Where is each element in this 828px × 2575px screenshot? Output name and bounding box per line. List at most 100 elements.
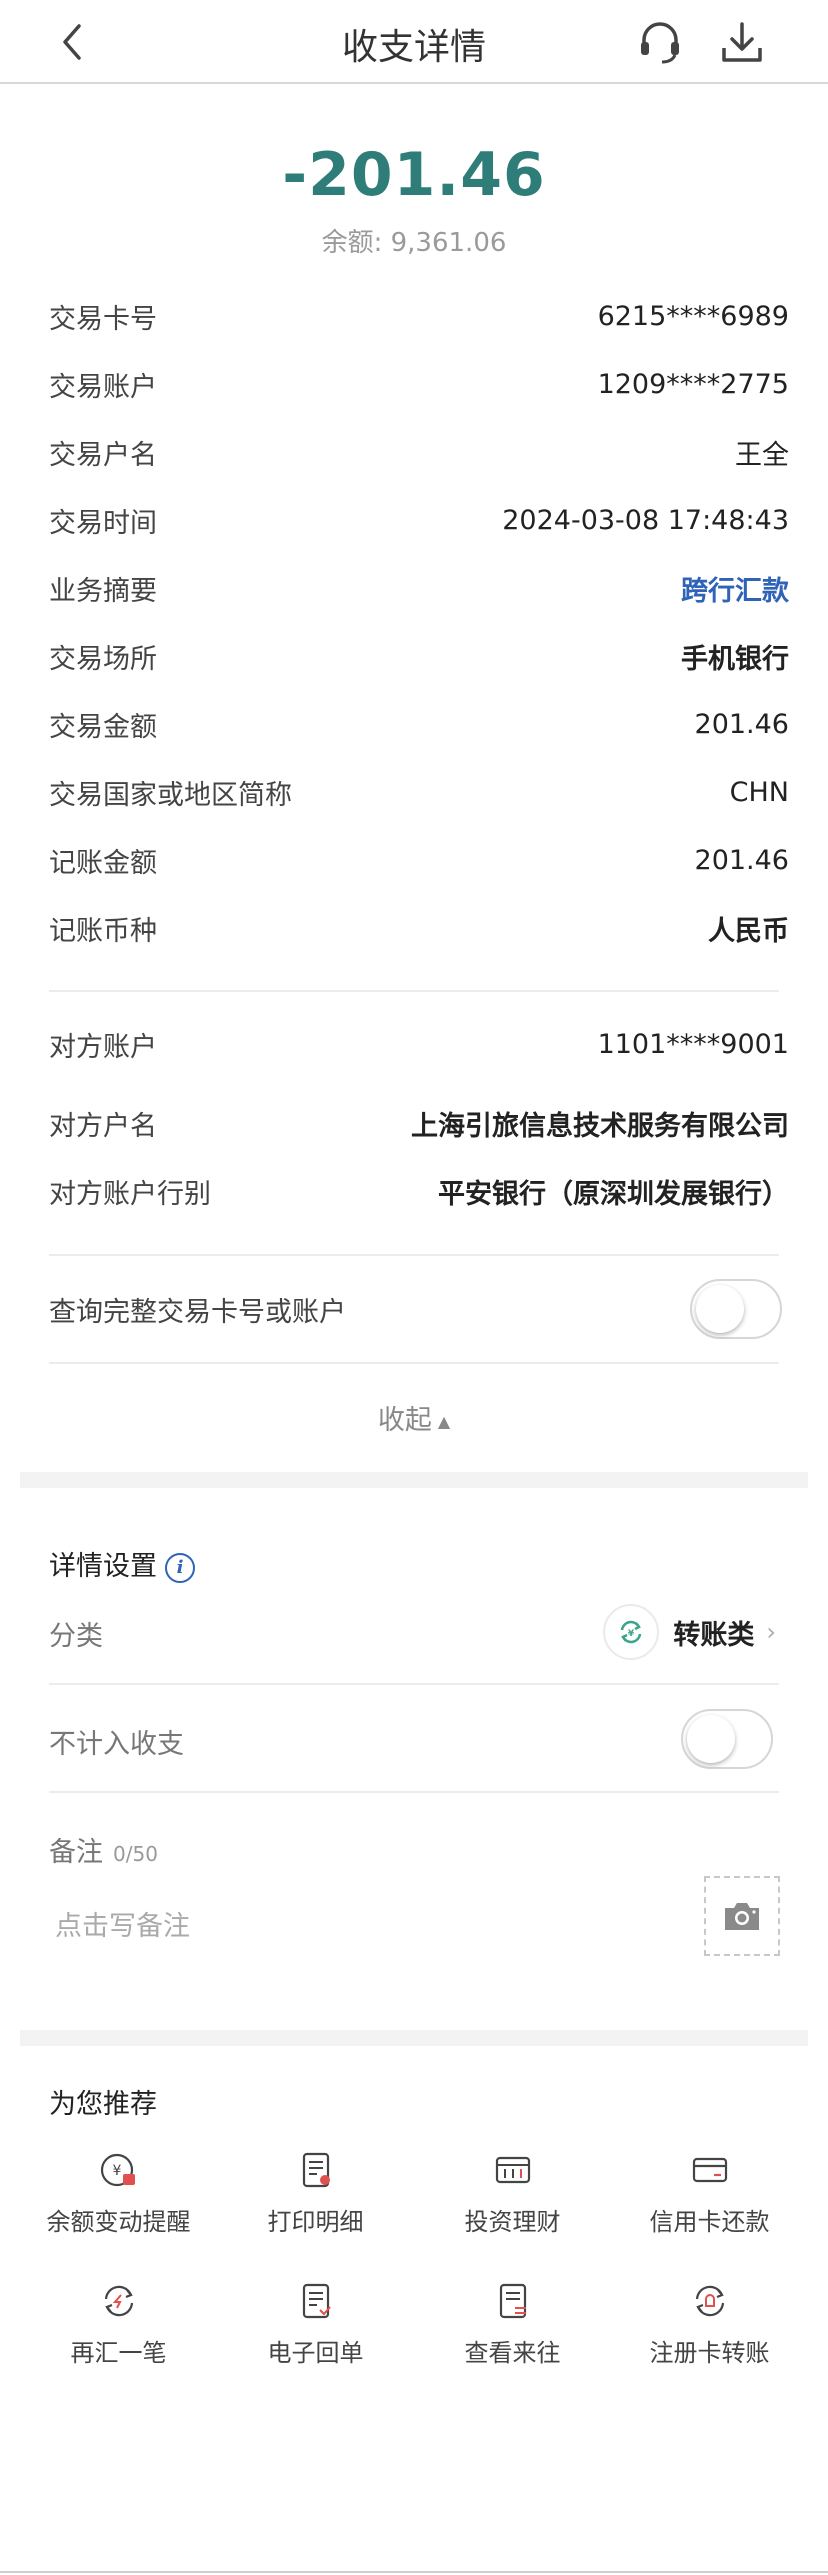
detail-label: 对方户名 <box>49 1110 157 1142</box>
download-icon <box>722 22 762 62</box>
divider <box>49 1791 779 1793</box>
svg-text:¥: ¥ <box>112 2163 121 2179</box>
detail-row-account: 交易账户 1209****2775 <box>49 362 789 406</box>
note-heading: 备注 0/50 <box>49 1830 158 1869</box>
query-full-account-toggle[interactable] <box>690 1279 782 1339</box>
detail-label: 交易场所 <box>49 643 157 675</box>
toggle-knob <box>696 1285 744 1333</box>
investment-icon <box>495 2156 530 2184</box>
credit-card-icon <box>692 2157 727 2183</box>
detail-value: 201.46 <box>694 844 789 876</box>
download-button[interactable] <box>714 14 770 70</box>
detail-label: 对方账户行别 <box>49 1178 211 1210</box>
detail-settings-heading: 详情设置 i <box>49 1544 195 1583</box>
detail-label: 交易账户 <box>49 371 157 403</box>
detail-value: CHN <box>729 776 789 808</box>
triangle-up-icon: ▲ <box>437 1412 451 1431</box>
recommend-item-label: 投资理财 <box>464 2208 561 2236</box>
counterparty-row-bank: 对方账户行别 平安银行（原深圳发展银行） <box>49 1169 789 1213</box>
detail-value: 6215****6989 <box>597 300 789 332</box>
recommend-item-view-history[interactable]: 查看来往 <box>414 2281 611 2368</box>
category-value: 转账类 <box>673 1619 755 1651</box>
print-detail-icon <box>302 2152 330 2188</box>
top-bar: 收支详情 <box>0 0 828 84</box>
toggle-knob <box>687 1715 735 1763</box>
detail-row-time: 交易时间 2024-03-08 17:48:43 <box>49 498 789 542</box>
detail-row-country: 交易国家或地区简称 CHN <box>49 770 789 814</box>
recommend-title: 为您推荐 <box>49 2089 157 2120</box>
detail-row-channel: 交易场所 手机银行 <box>49 634 789 678</box>
recommend-item-label: 打印明细 <box>267 2208 364 2236</box>
transaction-amount: -201.46 <box>282 140 546 210</box>
detail-label: 对方账户 <box>49 1031 157 1063</box>
recommend-item-e-receipt[interactable]: 电子回单 <box>217 2281 414 2368</box>
recommend-item-label: 信用卡还款 <box>649 2208 770 2236</box>
exclude-from-stats-toggle[interactable] <box>681 1709 773 1769</box>
recommend-item-print-detail[interactable]: 打印明细 <box>217 2150 414 2237</box>
home-indicator-line <box>0 2571 828 2573</box>
business-summary-link[interactable]: 跨行汇款 <box>681 569 789 608</box>
recommend-grid: ¥ 余额变动提醒 打印明细 投资理财 信用卡还款 再汇一笔 电子回单 查看来往 … <box>20 2150 808 2368</box>
divider <box>49 990 779 992</box>
add-photo-button[interactable] <box>704 1876 780 1956</box>
page-title: 收支详情 <box>341 27 486 68</box>
customer-service-button[interactable] <box>632 14 688 70</box>
detail-settings-title: 详情设置 <box>49 1551 157 1582</box>
balance-alert-icon: ¥ <box>100 2153 135 2187</box>
note-char-count: 0/50 <box>113 1842 158 1866</box>
detail-label: 记账币种 <box>49 915 157 947</box>
transfer-category-icon: ¥ <box>603 1604 660 1660</box>
recommend-item-registered-card-transfer[interactable]: 注册卡转账 <box>611 2281 808 2368</box>
recommend-item-investment[interactable]: 投资理财 <box>414 2150 611 2237</box>
divider <box>49 1683 779 1685</box>
detail-value: 手机银行 <box>681 643 789 675</box>
detail-value: 1101****9001 <box>597 1028 789 1060</box>
note-label: 备注 <box>49 1837 103 1868</box>
e-receipt-icon <box>302 2283 331 2319</box>
detail-label: 交易卡号 <box>49 303 157 335</box>
info-icon[interactable]: i <box>165 1552 195 1583</box>
recommend-item-remit-again[interactable]: 再汇一笔 <box>20 2281 217 2368</box>
detail-value: 上海引旅信息技术服务有限公司 <box>411 1110 789 1142</box>
query-full-account-row: 查询完整交易卡号或账户 <box>49 1287 789 1331</box>
exclude-from-stats-label: 不计入收支 <box>49 1729 184 1760</box>
recommend-item-balance-alert[interactable]: ¥ 余额变动提醒 <box>20 2150 217 2237</box>
detail-label: 记账金额 <box>49 847 157 879</box>
counterparty-row-name: 对方户名 上海引旅信息技术服务有限公司 <box>49 1101 789 1145</box>
category-label: 分类 <box>49 1621 103 1652</box>
detail-row-summary: 业务摘要 跨行汇款 <box>49 566 789 610</box>
collapse-label: 收起 <box>377 1405 432 1436</box>
recommend-item-label: 再汇一笔 <box>70 2339 167 2367</box>
detail-value: 王全 <box>735 439 789 471</box>
recommend-item-label: 查看来往 <box>464 2339 561 2367</box>
recommend-item-credit-card[interactable]: 信用卡还款 <box>611 2150 808 2237</box>
detail-label: 业务摘要 <box>49 575 157 607</box>
remit-again-icon <box>104 2285 133 2317</box>
divider <box>49 1362 779 1364</box>
detail-row-booked-amount: 记账金额 201.46 <box>49 838 789 882</box>
detail-value: 1209****2775 <box>597 368 789 400</box>
detail-row-amount: 交易金额 201.46 <box>49 702 789 746</box>
account-balance: 余额: 9,361.06 <box>321 228 507 258</box>
recommend-item-label: 注册卡转账 <box>649 2339 770 2367</box>
svg-text:¥: ¥ <box>628 1629 635 1639</box>
detail-row-account-name: 交易户名 王全 <box>49 430 789 474</box>
detail-label: 交易户名 <box>49 439 157 471</box>
recommend-item-label: 电子回单 <box>267 2339 364 2367</box>
camera-icon <box>725 1903 759 1930</box>
recommend-item-label: 余额变动提醒 <box>46 2208 191 2236</box>
counterparty-row-account: 对方账户 1101****9001 <box>49 1022 789 1066</box>
detail-value: 201.46 <box>694 708 789 740</box>
section-separator <box>20 1472 808 1488</box>
detail-label: 交易金额 <box>49 711 157 743</box>
detail-label: 交易时间 <box>49 507 157 539</box>
detail-label: 交易国家或地区简称 <box>49 779 292 811</box>
section-separator <box>20 2030 808 2046</box>
detail-row-card-number: 交易卡号 6215****6989 <box>49 294 789 338</box>
collapse-button[interactable]: 收起 ▲ <box>0 1398 828 1437</box>
detail-value: 2024-03-08 17:48:43 <box>502 504 789 536</box>
detail-value: 平安银行（原深圳发展银行） <box>438 1178 789 1210</box>
note-input[interactable]: 点击写备注 <box>55 1904 190 1943</box>
category-selector[interactable]: ¥ 转账类 › <box>603 1604 776 1660</box>
chevron-right-icon: › <box>766 1618 776 1646</box>
